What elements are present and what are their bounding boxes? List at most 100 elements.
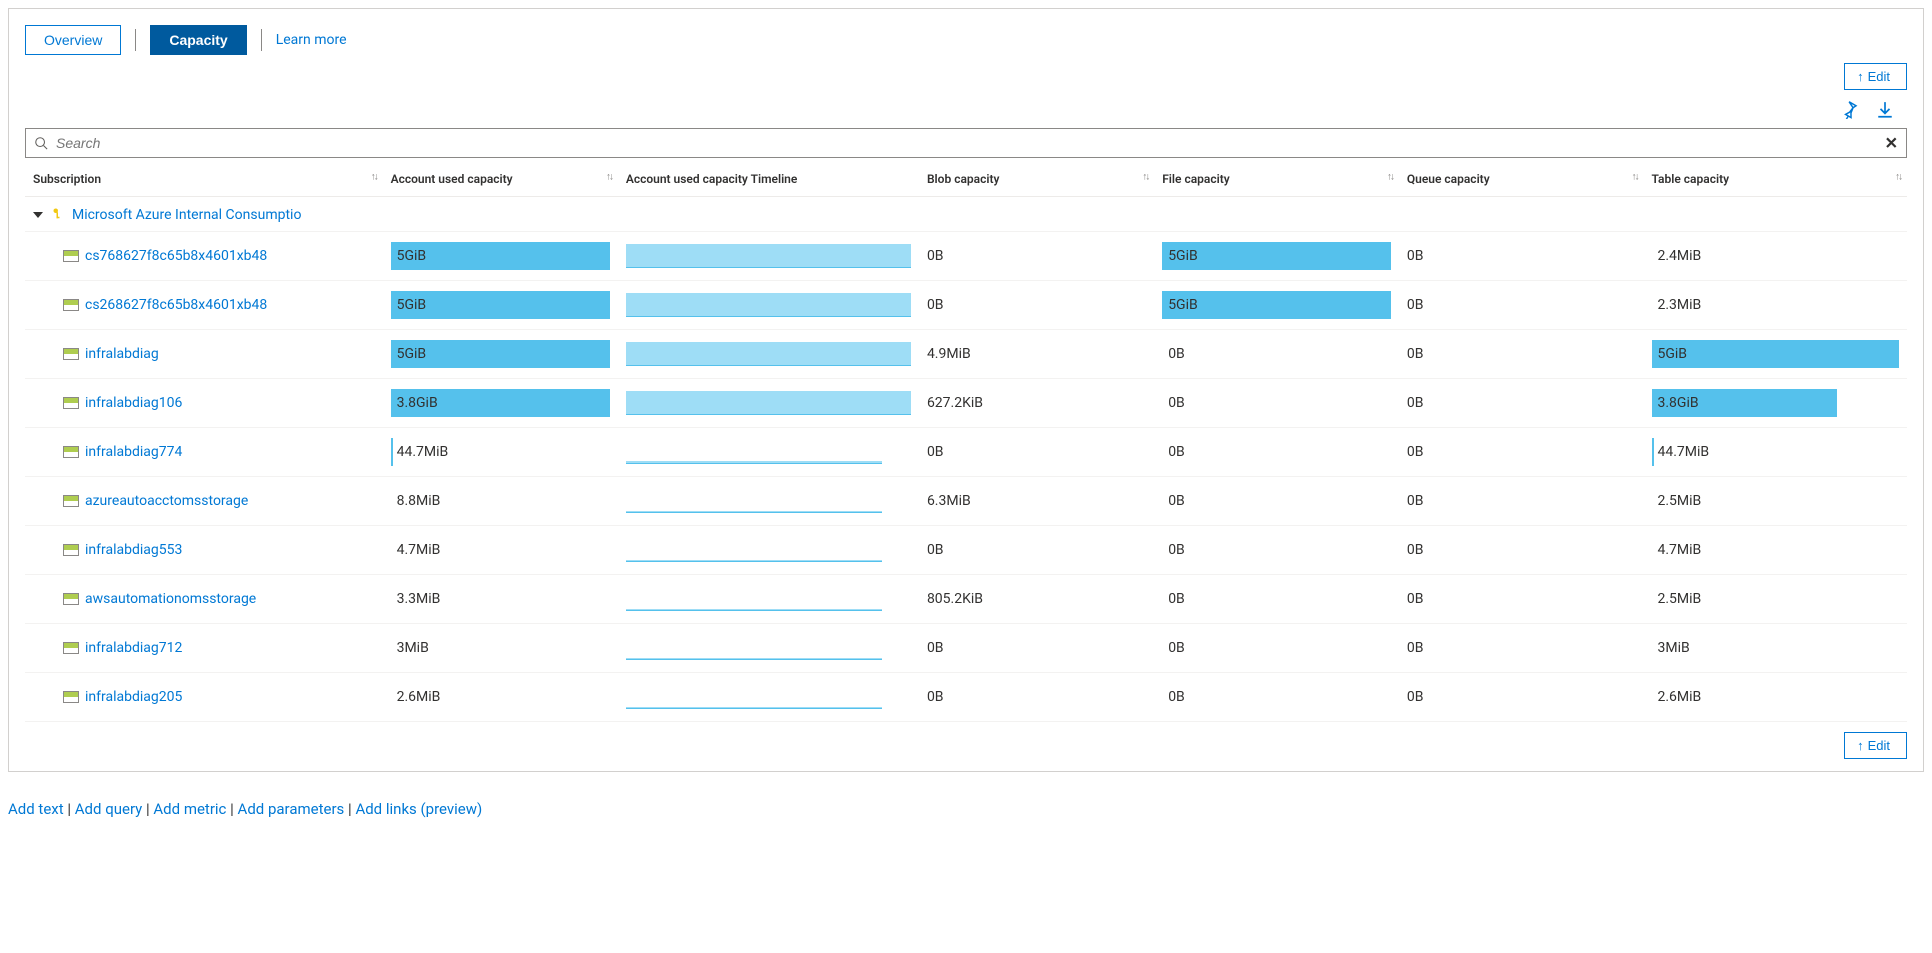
used-bar: 5GiB [391, 291, 610, 319]
account-link[interactable]: infralabdiag [85, 346, 159, 362]
file-value: 0B [1168, 542, 1185, 558]
search-icon [34, 136, 48, 150]
table-value: 5GiB [1658, 346, 1688, 362]
overview-tab[interactable]: Overview [25, 25, 121, 55]
table-row: azureautoacctomsstorage8.8MiB6.3MiB0B0B2… [25, 477, 1907, 526]
edit-button[interactable]: ↑ Edit [1844, 63, 1907, 90]
footer-links: Add text | Add query | Add metric | Add … [8, 800, 1924, 818]
used-value: 44.7MiB [397, 444, 449, 460]
storage-icon [63, 250, 79, 262]
sort-icon: ↑↓ [1387, 172, 1393, 183]
add-metric-link[interactable]: Add metric [153, 800, 226, 818]
table-value: 2.5MiB [1658, 591, 1702, 607]
capacity-tab[interactable]: Capacity [150, 25, 246, 55]
used-bar: 5GiB [391, 340, 610, 368]
file-capacity-cell: 0B [1154, 673, 1399, 722]
file-capacity-cell: 0B [1154, 575, 1399, 624]
col-queue-label: Queue capacity [1407, 172, 1490, 186]
col-used-label: Account used capacity [391, 172, 513, 186]
col-timeline[interactable]: Account used capacity Timeline [618, 158, 919, 197]
queue-capacity-cell: 0B [1399, 281, 1644, 330]
search-box[interactable]: ✕ [25, 128, 1907, 158]
file-bar: 0B [1162, 634, 1391, 662]
account-link[interactable]: cs768627f8c65b8x4601xb48 [85, 248, 267, 264]
used-bar: 3MiB [391, 634, 610, 662]
used-bar: 44.7MiB [391, 438, 610, 466]
col-file[interactable]: File capacity↑↓ [1154, 158, 1399, 197]
tab-divider [135, 29, 136, 51]
col-queue[interactable]: Queue capacity ↑↓ [1399, 158, 1644, 197]
sort-icon: ↑↓ [371, 172, 377, 183]
file-capacity-cell: 0B [1154, 379, 1399, 428]
account-name-cell: infralabdiag205 [25, 673, 383, 722]
file-value: 0B [1168, 444, 1185, 460]
table-bar: 2.3MiB [1652, 291, 1900, 319]
col-table[interactable]: Table capacity↑↓ [1644, 158, 1908, 197]
search-input[interactable] [48, 133, 1898, 153]
account-link[interactable]: cs268627f8c65b8x4601xb48 [85, 297, 267, 313]
pin-icon[interactable] [1839, 100, 1859, 120]
file-value: 0B [1168, 640, 1185, 656]
add-parameters-link[interactable]: Add parameters [238, 800, 345, 818]
timeline-cell [618, 330, 919, 379]
timeline-sparkline [626, 538, 883, 562]
account-link[interactable]: azureautoacctomsstorage [85, 493, 248, 509]
learn-more-link[interactable]: Learn more [276, 32, 347, 48]
tabs-row: Overview Capacity Learn more [25, 25, 1907, 55]
add-links-link[interactable]: Add links (preview) [355, 800, 482, 818]
timeline-sparkline [626, 244, 911, 268]
account-link[interactable]: infralabdiag205 [85, 689, 182, 705]
timeline-cell [618, 477, 919, 526]
file-value: 0B [1168, 395, 1185, 411]
file-bar: 0B [1162, 487, 1391, 515]
used-value: 5GiB [397, 297, 427, 313]
add-query-link[interactable]: Add query [75, 800, 143, 818]
blob-capacity-cell: 805.2KiB [919, 575, 1154, 624]
close-icon[interactable]: ✕ [1885, 134, 1898, 153]
table-value: 3MiB [1658, 640, 1690, 656]
queue-capacity-cell: 0B [1399, 232, 1644, 281]
file-value: 0B [1168, 689, 1185, 705]
table-bar: 2.4MiB [1652, 242, 1900, 270]
table-bar: 2.5MiB [1652, 487, 1900, 515]
file-bar: 0B [1162, 536, 1391, 564]
col-used[interactable]: Account used capacity↑↓ [383, 158, 618, 197]
used-value: 8.8MiB [397, 493, 441, 509]
edit-button-label: Edit [1868, 738, 1890, 753]
download-icon[interactable] [1875, 100, 1895, 120]
edit-button[interactable]: ↑ Edit [1844, 732, 1907, 759]
timeline-sparkline [626, 342, 911, 366]
edit-button-label: Edit [1868, 69, 1890, 84]
table-bar: 5GiB [1652, 340, 1900, 368]
sort-icon: ↑↓ [1632, 172, 1638, 183]
used-capacity-cell: 5GiB [383, 330, 618, 379]
used-capacity-cell: 4.7MiB [383, 526, 618, 575]
table-row: infralabdiag1063.8GiB627.2KiB0B0B3.8GiB [25, 379, 1907, 428]
used-value: 2.6MiB [397, 689, 441, 705]
file-value: 0B [1168, 591, 1185, 607]
subscription-group-row[interactable]: Microsoft Azure Internal Consumptio [25, 197, 1907, 232]
timeline-sparkline [626, 391, 911, 415]
col-blob[interactable]: Blob capacity↑↓ [919, 158, 1154, 197]
account-link[interactable]: infralabdiag553 [85, 542, 182, 558]
account-link[interactable]: infralabdiag712 [85, 640, 182, 656]
account-link[interactable]: infralabdiag774 [85, 444, 182, 460]
account-link[interactable]: infralabdiag106 [85, 395, 182, 411]
queue-capacity-cell: 0B [1399, 477, 1644, 526]
storage-icon [63, 691, 79, 703]
account-link[interactable]: awsautomationomsstorage [85, 591, 256, 607]
add-text-link[interactable]: Add text [8, 800, 64, 818]
tab-divider [261, 29, 262, 51]
file-bar: 0B [1162, 683, 1391, 711]
col-subscription[interactable]: Subscription↑↓ [25, 158, 383, 197]
storage-icon [63, 495, 79, 507]
subscription-group-label[interactable]: Microsoft Azure Internal Consumptio [72, 207, 301, 223]
table-bar: 2.5MiB [1652, 585, 1900, 613]
sort-icon: ↑↓ [1895, 172, 1901, 183]
used-capacity-cell: 5GiB [383, 281, 618, 330]
timeline-sparkline [626, 489, 883, 513]
timeline-cell [618, 232, 919, 281]
storage-icon [63, 642, 79, 654]
blob-capacity-cell: 0B [919, 232, 1154, 281]
timeline-cell [618, 624, 919, 673]
